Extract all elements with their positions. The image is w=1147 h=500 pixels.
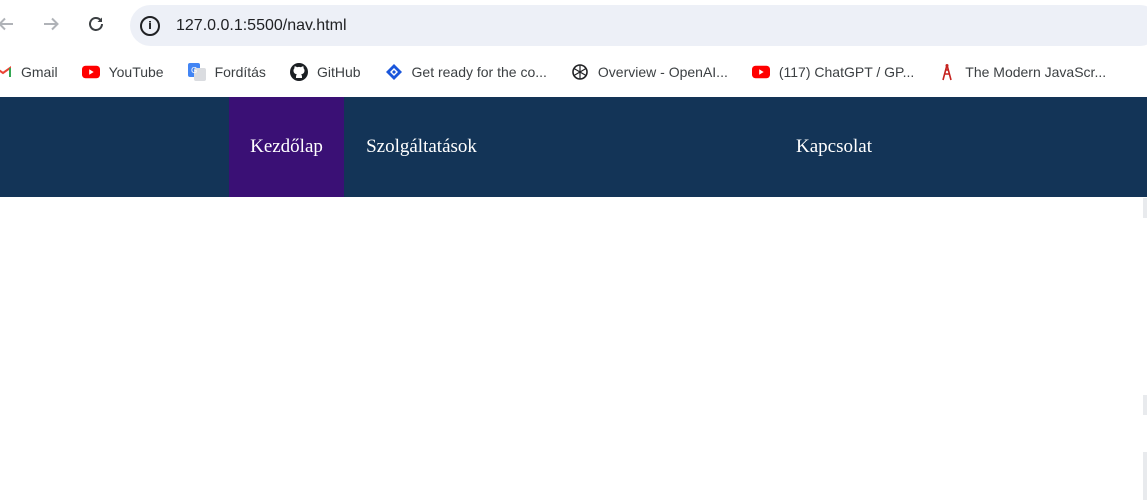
- scrollbar-segment[interactable]: [1143, 452, 1147, 500]
- openai-icon: [571, 63, 589, 81]
- browser-toolbar: i 127.0.0.1:5500/nav.html: [0, 0, 1147, 50]
- bookmark-label: The Modern JavaScr...: [965, 64, 1107, 80]
- bookmark-label: (117) ChatGPT / GP...: [778, 64, 915, 80]
- site-navigation: Kezdőlap Szolgáltatások Kapcsolat: [0, 97, 1147, 197]
- bookmark-get-ready[interactable]: Get ready for the co...: [385, 63, 547, 81]
- bookmark-modern-javascript[interactable]: The Modern JavaScr...: [938, 63, 1106, 81]
- github-icon: [289, 63, 308, 81]
- svg-text:G: G: [191, 66, 197, 75]
- google-translate-icon: G: [187, 63, 206, 81]
- gmail-icon: [0, 63, 12, 81]
- address-bar[interactable]: i 127.0.0.1:5500/nav.html: [130, 5, 1147, 46]
- bookmark-label: Gmail: [21, 64, 58, 80]
- forward-arrow-icon[interactable]: [37, 10, 65, 38]
- nav-link-szolgaltatasok[interactable]: Szolgáltatások: [344, 97, 499, 197]
- bookmark-fordítás[interactable]: G Fordítás: [187, 63, 266, 81]
- reload-icon[interactable]: [82, 10, 110, 38]
- nav-link-kezdolap[interactable]: Kezdőlap: [229, 97, 344, 197]
- tower-icon: [938, 63, 956, 81]
- bookmark-label: Get ready for the co...: [411, 64, 547, 80]
- bookmark-gmail[interactable]: Gmail: [0, 63, 58, 81]
- bookmark-openai[interactable]: Overview - OpenAI...: [571, 63, 728, 81]
- scrollbar-segment[interactable]: [1143, 198, 1147, 218]
- bookmark-github[interactable]: GitHub: [289, 63, 361, 81]
- info-icon[interactable]: i: [140, 15, 160, 36]
- bookmarks-bar: Gmail YouTube G Fordítás GitHub Get read…: [0, 55, 1147, 89]
- url-text[interactable]: 127.0.0.1:5500/nav.html: [176, 17, 347, 35]
- bookmark-label: GitHub: [316, 64, 361, 80]
- bookmark-label: YouTube: [108, 64, 164, 80]
- bookmark-youtube[interactable]: YouTube: [81, 63, 164, 81]
- bookmark-label: Fordítás: [214, 64, 266, 80]
- nav-link-kapcsolat[interactable]: Kapcsolat: [760, 97, 908, 197]
- youtube-icon: [81, 63, 100, 81]
- scrollbar-segment[interactable]: [1143, 395, 1147, 415]
- back-arrow-icon[interactable]: [0, 10, 20, 38]
- diamond-logo-icon: [385, 63, 403, 81]
- bookmark-label: Overview - OpenAI...: [597, 64, 728, 80]
- youtube-icon: [751, 63, 770, 81]
- bookmark-chatgpt[interactable]: (117) ChatGPT / GP...: [751, 63, 915, 81]
